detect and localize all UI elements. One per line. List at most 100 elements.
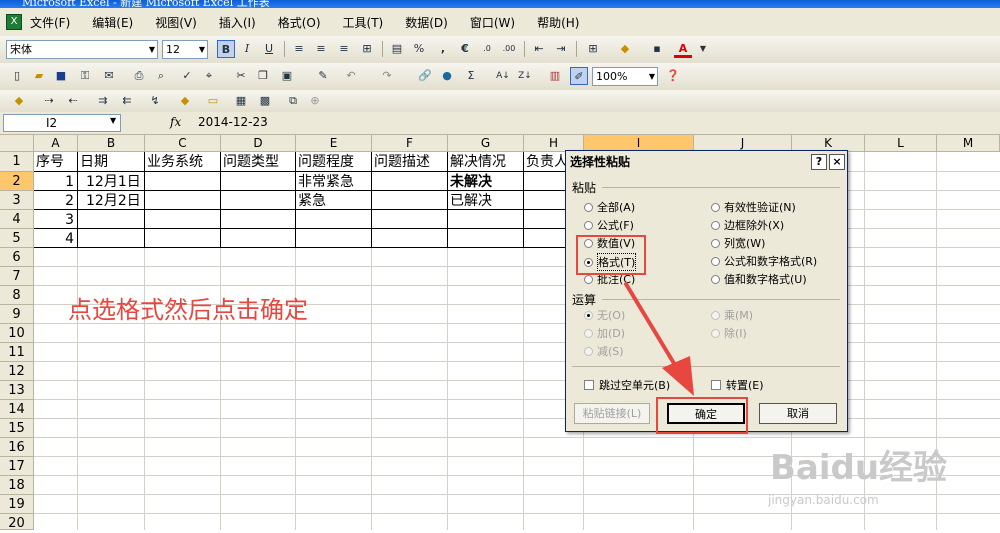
new-file-icon[interactable]: ▯	[8, 67, 26, 85]
redo-icon[interactable]: ↷	[378, 67, 396, 85]
cell-b3[interactable]: 12月2日	[86, 192, 141, 210]
sort-ascending-icon[interactable]: A↓	[494, 67, 512, 85]
cell-a3[interactable]: 2	[36, 192, 74, 210]
row-header[interactable]: 9	[0, 305, 34, 324]
radio-paste-column-widths[interactable]: 列宽(W)	[711, 235, 765, 251]
column-header-l[interactable]: L	[865, 135, 937, 152]
row-header[interactable]: 1	[0, 152, 34, 172]
row-header[interactable]: 11	[0, 343, 34, 362]
column-header-b[interactable]: B	[78, 135, 145, 152]
percent-button[interactable]: %	[410, 40, 428, 58]
remove-precedents-icon[interactable]: ⇠	[64, 92, 82, 110]
fx-icon[interactable]: fx	[170, 115, 181, 129]
fill-color-icon[interactable]: ◆	[616, 40, 634, 58]
row-header[interactable]: 16	[0, 438, 34, 457]
spelling-icon[interactable]: ✓	[178, 67, 196, 85]
cell-e3[interactable]: 紧急	[298, 192, 326, 210]
cell-b2[interactable]: 12月1日	[86, 173, 141, 191]
formula-input[interactable]: 2014-12-23	[198, 115, 268, 129]
research-icon[interactable]: ⌖	[200, 67, 218, 85]
merge-center-icon[interactable]: ⊞	[358, 40, 376, 58]
trace-error-icon[interactable]: ◆	[176, 92, 194, 110]
hyperlink-icon[interactable]: 🔗	[416, 67, 434, 85]
row-header[interactable]: 3	[0, 191, 34, 210]
print-preview-icon[interactable]: ⌕	[152, 67, 170, 85]
trace-precedents-icon[interactable]: ⇢	[40, 92, 58, 110]
chart-wizard-icon[interactable]: ▥	[546, 67, 564, 85]
radio-paste-all-except-borders[interactable]: 边框除外(X)	[711, 217, 784, 233]
font-name-box[interactable]: 宋体 ▼	[6, 40, 158, 59]
cell-e1[interactable]: 问题程度	[298, 153, 354, 171]
menu-view[interactable]: 视图(V)	[155, 14, 197, 31]
autosum-button[interactable]: Σ	[462, 67, 480, 85]
radio-paste-all[interactable]: 全部(A)	[584, 199, 635, 215]
radio-paste-values-number-formats[interactable]: 值和数字格式(U)	[711, 271, 807, 287]
column-header-g[interactable]: G	[448, 135, 524, 152]
evaluate-formula-icon[interactable]: ⊕	[306, 92, 324, 110]
grid-icon[interactable]: ▪	[648, 40, 666, 58]
globe-icon[interactable]: ●	[438, 67, 456, 85]
sort-descending-icon[interactable]: Z↓	[516, 67, 534, 85]
column-header-e[interactable]: E	[296, 135, 372, 152]
menu-edit[interactable]: 编辑(E)	[92, 14, 133, 31]
bold-button[interactable]: B	[217, 40, 235, 58]
decrease-indent-icon[interactable]: ⇤	[530, 40, 548, 58]
cell-f1[interactable]: 问题描述	[374, 153, 430, 171]
cell-g2[interactable]: 未解决	[450, 173, 492, 191]
column-header-m[interactable]: M	[937, 135, 1000, 152]
undo-icon[interactable]: ↶	[342, 67, 360, 85]
chevron-down-icon[interactable]: ▼	[149, 41, 155, 58]
cell-a5[interactable]: 4	[36, 230, 74, 248]
row-header[interactable]: 6	[0, 248, 34, 267]
row-header[interactable]: 4	[0, 210, 34, 229]
save-icon[interactable]: ■	[52, 67, 70, 85]
paste-icon[interactable]: ▣	[278, 67, 296, 85]
menu-format[interactable]: 格式(O)	[278, 14, 321, 31]
cell-a2[interactable]: 1	[36, 173, 74, 191]
circle-invalid-icon[interactable]: ▦	[232, 92, 250, 110]
menu-insert[interactable]: 插入(I)	[219, 14, 256, 31]
row-header[interactable]: 12	[0, 362, 34, 381]
cell-a1[interactable]: 序号	[36, 153, 64, 171]
cell-g3[interactable]: 已解决	[450, 192, 492, 210]
row-header[interactable]: 8	[0, 286, 34, 305]
row-header[interactable]: 2	[0, 172, 34, 191]
close-button[interactable]: ×	[829, 154, 845, 170]
row-header[interactable]: 15	[0, 419, 34, 438]
radio-paste-formulas-number-formats[interactable]: 公式和数字格式(R)	[711, 253, 817, 269]
font-color-icon[interactable]: A	[674, 40, 692, 58]
row-header[interactable]: 17	[0, 457, 34, 476]
column-header-a[interactable]: A	[34, 135, 78, 152]
menu-help[interactable]: 帮助(H)	[537, 14, 579, 31]
row-header[interactable]: 19	[0, 495, 34, 514]
align-left-icon[interactable]: ≡	[290, 40, 308, 58]
row-header[interactable]: 5	[0, 229, 34, 248]
cell-b1[interactable]: 日期	[80, 153, 108, 171]
remove-dependents-icon[interactable]: ⇇	[118, 92, 136, 110]
comment-icon[interactable]: ▭	[204, 92, 222, 110]
font-size-box[interactable]: 12 ▼	[162, 40, 208, 59]
italic-button[interactable]: I	[238, 40, 256, 58]
chevron-down-icon[interactable]: ▼	[649, 68, 655, 85]
row-header[interactable]: 14	[0, 400, 34, 419]
row-header[interactable]: 13	[0, 381, 34, 400]
borders-icon[interactable]: ⊞	[584, 40, 602, 58]
cell-a4[interactable]: 3	[36, 211, 74, 229]
radio-paste-formulas[interactable]: 公式(F)	[584, 217, 634, 233]
copy-icon[interactable]: ❐	[254, 67, 272, 85]
drawing-icon[interactable]: ✐	[570, 67, 588, 85]
help-button[interactable]: ?	[811, 154, 827, 170]
error-check-icon[interactable]: ◆	[10, 92, 28, 110]
column-header-f[interactable]: F	[372, 135, 448, 152]
currency-icon[interactable]: ▤	[388, 40, 406, 58]
comma-button[interactable]: ,	[434, 40, 452, 58]
cell-e2[interactable]: 非常紧急	[298, 173, 354, 191]
increase-decimal-icon[interactable]: .0	[478, 40, 496, 58]
column-header-c[interactable]: C	[145, 135, 221, 152]
excel-app-icon[interactable]: X	[6, 14, 22, 30]
row-header[interactable]: 18	[0, 476, 34, 495]
chevron-down-icon[interactable]: ▼	[694, 40, 712, 58]
row-header[interactable]: 10	[0, 324, 34, 343]
chevron-down-icon[interactable]: ▼	[199, 41, 205, 58]
open-folder-icon[interactable]: ▰	[30, 67, 48, 85]
